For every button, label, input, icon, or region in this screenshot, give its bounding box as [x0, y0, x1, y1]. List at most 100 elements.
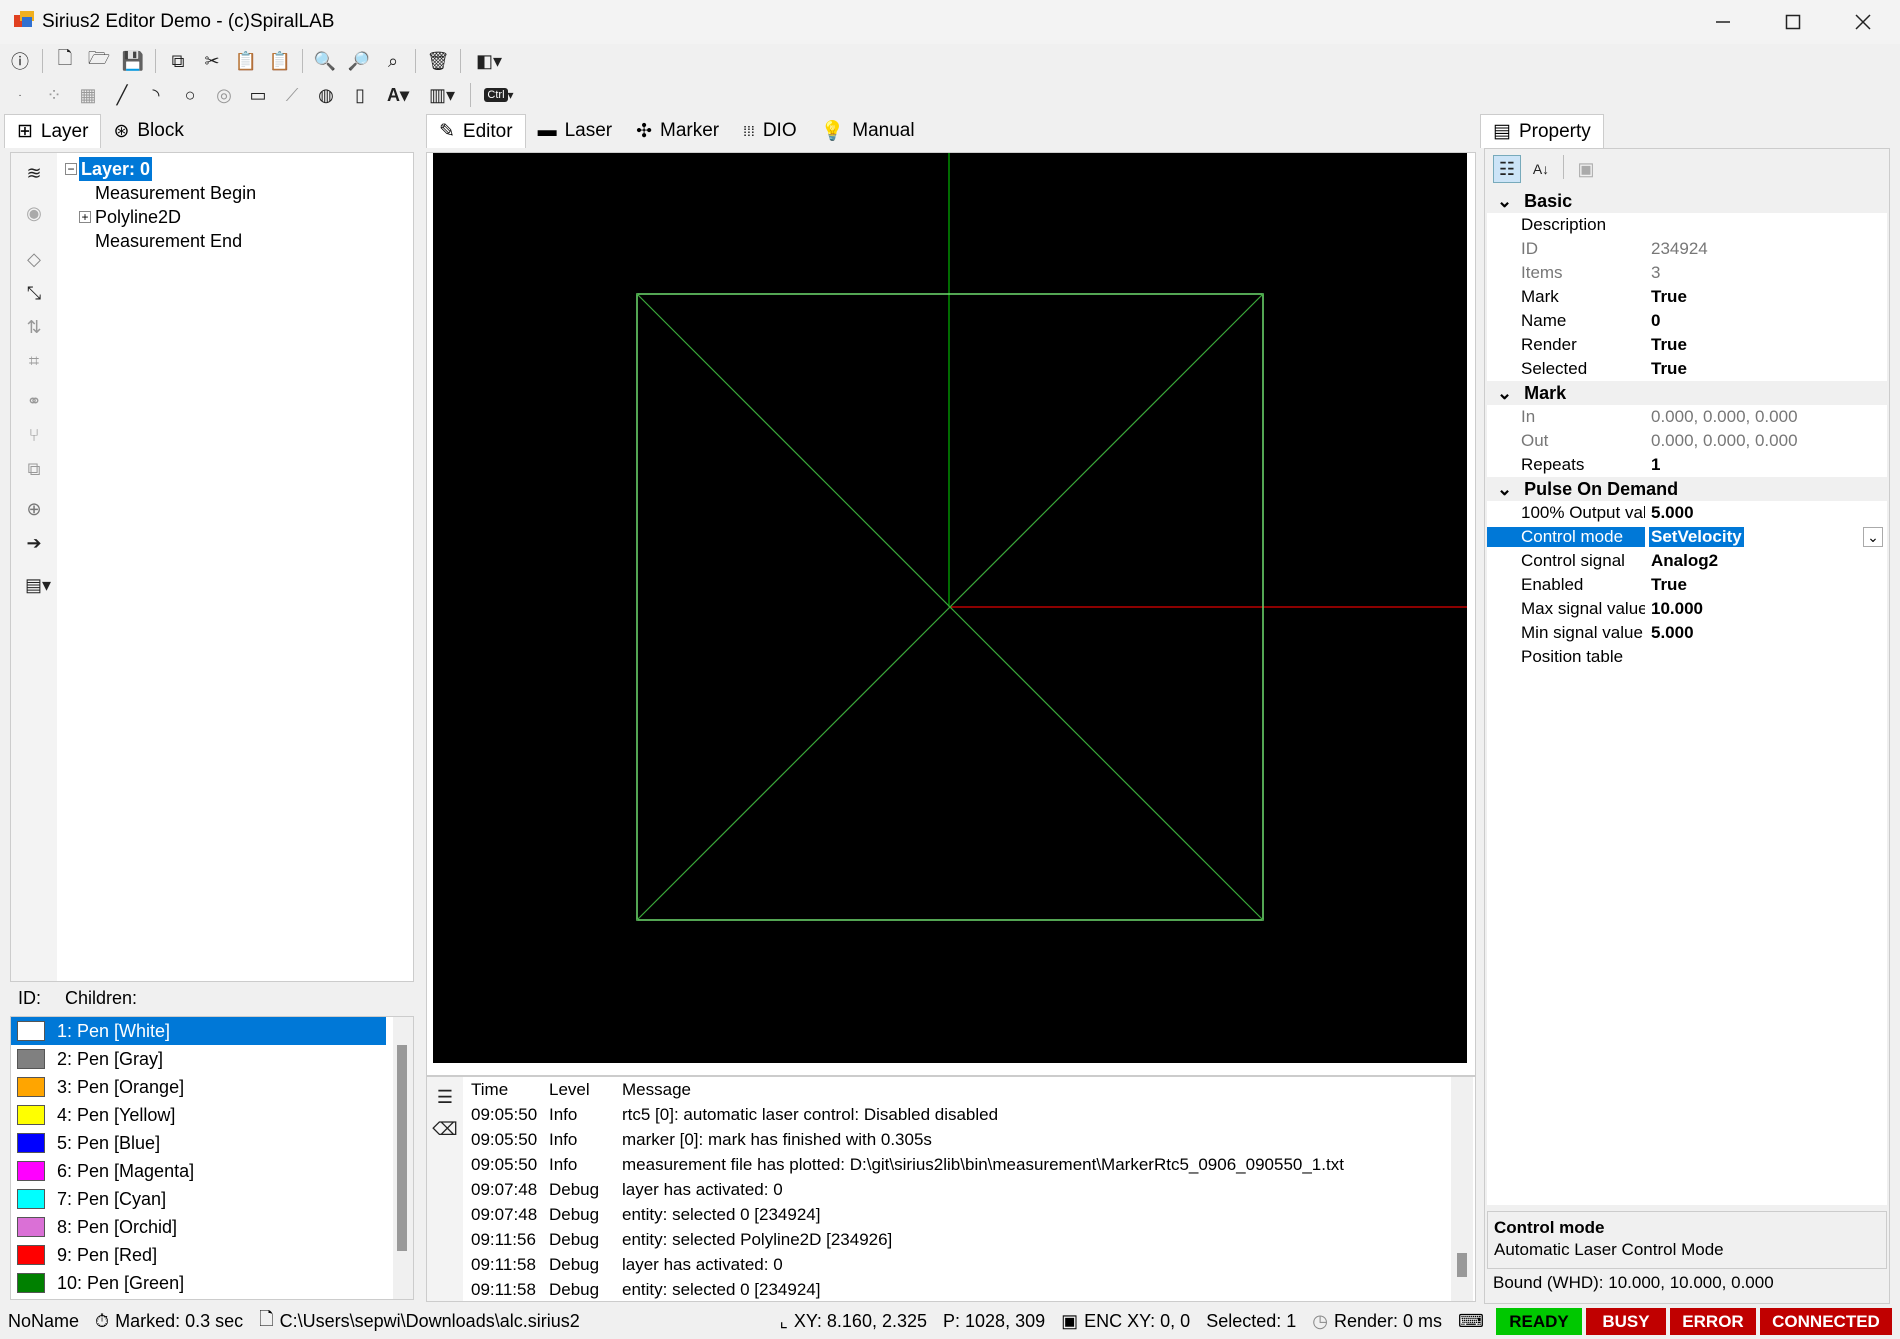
keyboard-icon[interactable]: ⌨ — [1450, 1311, 1492, 1332]
log-col-time[interactable]: Time — [465, 1080, 547, 1100]
rectangle-button[interactable]: ▭ — [244, 81, 272, 109]
log-row[interactable]: 09:11:58 Debug entity: selected 0 [234924] — [465, 1277, 1449, 1302]
layers-icon[interactable]: ≋ — [20, 159, 48, 187]
log-row[interactable]: 09:07:48 Debug entity: selected 0 [234924] — [465, 1202, 1449, 1227]
collapse-icon[interactable]: − — [65, 163, 77, 175]
polyline-button[interactable]: ⟋ — [278, 81, 306, 109]
pen-item[interactable]: 3: Pen [Orange] — [11, 1073, 413, 1101]
property-value[interactable]: 5.000 — [1645, 503, 1887, 523]
cut-button[interactable]: ✂ — [198, 47, 226, 75]
tab-laser[interactable]: ▬ Laser — [526, 114, 625, 148]
path-icon[interactable]: ⤡ — [20, 279, 48, 307]
sort-icon[interactable]: ⇅ — [20, 313, 48, 341]
pen-item[interactable]: 8: Pen [Orchid] — [11, 1213, 413, 1241]
script-dropdown[interactable]: ▤▾ — [20, 571, 56, 599]
tab-layer[interactable]: ⊞ Layer — [4, 114, 102, 148]
align-dropdown[interactable]: ◧▾ — [469, 47, 509, 75]
line-button[interactable]: ╱ — [108, 81, 136, 109]
property-row[interactable]: Out 0.000, 0.000, 0.000 — [1487, 429, 1887, 453]
open-button[interactable]: 🗁 — [85, 47, 113, 75]
transform-icon[interactable]: ⌗ — [20, 347, 48, 375]
paste-button[interactable]: 📋 — [232, 47, 260, 75]
tab-dio[interactable]: ⁞⁞⁞ DIO — [731, 114, 808, 148]
drawing-canvas[interactable] — [433, 153, 1467, 1063]
alphabetical-button[interactable]: A↓ — [1527, 155, 1555, 183]
property-row[interactable]: Render True — [1487, 333, 1887, 357]
property-value[interactable]: 0.000, 0.000, 0.000 — [1645, 407, 1887, 427]
log-list-icon[interactable]: ☰ — [431, 1083, 459, 1111]
eraser-icon[interactable]: ⌫ — [431, 1115, 459, 1143]
property-row[interactable]: Items 3 — [1487, 261, 1887, 285]
paste-array-button[interactable]: 📋 — [266, 47, 294, 75]
fill-icon[interactable]: ◇ — [20, 245, 48, 273]
log-col-message[interactable]: Message — [622, 1080, 1449, 1100]
tab-editor[interactable]: ✎ Editor — [426, 114, 526, 148]
tab-block[interactable]: ⊛ Block — [101, 114, 195, 148]
property-value[interactable]: Analog2 — [1645, 551, 1887, 571]
chevron-down-icon[interactable]: ⌄ — [1497, 383, 1512, 404]
log-scroll-thumb[interactable] — [1457, 1253, 1467, 1277]
property-value[interactable]: 234924 — [1645, 239, 1887, 259]
tree-root[interactable]: − Layer: 0 — [65, 157, 256, 181]
property-value[interactable]: 1 — [1645, 455, 1887, 475]
maximize-window-button[interactable] — [1758, 0, 1828, 44]
log-scrollbar[interactable] — [1451, 1077, 1473, 1301]
pen-item[interactable]: 9: Pen [Red] — [11, 1241, 413, 1269]
delete-button[interactable]: 🗑 — [424, 47, 452, 75]
log-row[interactable]: 09:05:50 Info rtc5 [0]: automatic laser co… — [465, 1102, 1449, 1127]
dropdown-arrow-icon[interactable]: ⌄ — [1863, 527, 1883, 547]
property-row[interactable]: Selected True — [1487, 357, 1887, 381]
point-button[interactable]: · — [6, 81, 34, 109]
log-row[interactable]: 09:11:58 Debug layer has activated: 0 — [465, 1252, 1449, 1277]
log-row[interactable]: 09:11:56 Debug entity: selected Polyline2D… — [465, 1227, 1449, 1252]
property-category[interactable]: ⌄ Pulse On Demand — [1487, 477, 1887, 501]
barcode-dropdown[interactable]: ▥▾ — [422, 81, 462, 109]
property-value[interactable]: 5.000 — [1645, 623, 1887, 643]
pen-item[interactable]: 6: Pen [Magenta] — [11, 1157, 413, 1185]
block-insert-icon[interactable]: ⧉ — [20, 455, 48, 483]
log-row[interactable]: 09:05:50 Info measurement file has plotted… — [465, 1152, 1449, 1177]
pen-scroll-thumb[interactable] — [397, 1045, 407, 1251]
property-row[interactable]: Repeats 1 — [1487, 453, 1887, 477]
property-row[interactable]: Description — [1487, 213, 1887, 237]
tree-item[interactable]: + Polyline2D — [65, 205, 256, 229]
property-category[interactable]: ⌄ Basic — [1487, 189, 1887, 213]
property-row[interactable]: Max signal value 10.000 — [1487, 597, 1887, 621]
log-row[interactable]: 09:07:48 Debug layer has activated: 0 — [465, 1177, 1449, 1202]
pen-item[interactable]: 7: Pen [Cyan] — [11, 1185, 413, 1213]
tree-root-label[interactable]: Layer: 0 — [79, 157, 153, 181]
circle-button[interactable]: ○ — [176, 81, 204, 109]
pen-scrollbar[interactable] — [393, 1017, 413, 1299]
zoom-out-button[interactable]: 🔍 — [311, 47, 339, 75]
pen-item[interactable]: 1: Pen [White] — [11, 1017, 386, 1045]
property-row[interactable]: 100% Output value5.000 — [1487, 501, 1887, 525]
property-value[interactable]: True — [1645, 359, 1887, 379]
text-dropdown[interactable]: A▾ — [380, 81, 416, 109]
property-row[interactable]: Name 0 — [1487, 309, 1887, 333]
log-col-level[interactable]: Level — [547, 1080, 622, 1100]
property-row[interactable]: Enabled True — [1487, 573, 1887, 597]
property-value[interactable]: 0.000, 0.000, 0.000 — [1645, 431, 1887, 451]
pen-item[interactable]: 5: Pen [Blue] — [11, 1129, 413, 1157]
points-button[interactable]: ⁘ — [40, 81, 68, 109]
tab-marker[interactable]: ✣ Marker — [624, 114, 731, 148]
trepan-button[interactable]: ◎ — [210, 81, 238, 109]
property-value[interactable]: True — [1645, 575, 1887, 595]
spiral-button[interactable]: ◍ — [312, 81, 340, 109]
control-mode-dropdown[interactable]: SetVelocity ⌄ — [1645, 527, 1887, 547]
group-icon[interactable]: ⚭ — [20, 387, 48, 415]
property-value[interactable]: True — [1645, 335, 1887, 355]
categorized-button[interactable]: ☷ — [1493, 155, 1521, 183]
tab-manual[interactable]: 💡 Manual — [809, 114, 927, 148]
tree-item[interactable]: Measurement End — [65, 229, 256, 253]
property-row[interactable]: Position table — [1487, 645, 1887, 669]
close-window-button[interactable] — [1828, 0, 1898, 44]
zoom-fit-button[interactable]: ⌕ — [379, 47, 407, 75]
log-row[interactable]: 09:05:50 Info marker [0]: mark has finishe… — [465, 1127, 1449, 1152]
pen-item[interactable]: 4: Pen [Yellow] — [11, 1101, 413, 1129]
pen-item[interactable]: 10: Pen [Green] — [11, 1269, 413, 1297]
block-run-icon[interactable]: ➔ — [20, 529, 48, 557]
about-button[interactable]: ⓘ — [6, 47, 34, 75]
expand-icon[interactable]: + — [79, 211, 91, 223]
new-button[interactable]: 🗋 — [51, 47, 79, 75]
